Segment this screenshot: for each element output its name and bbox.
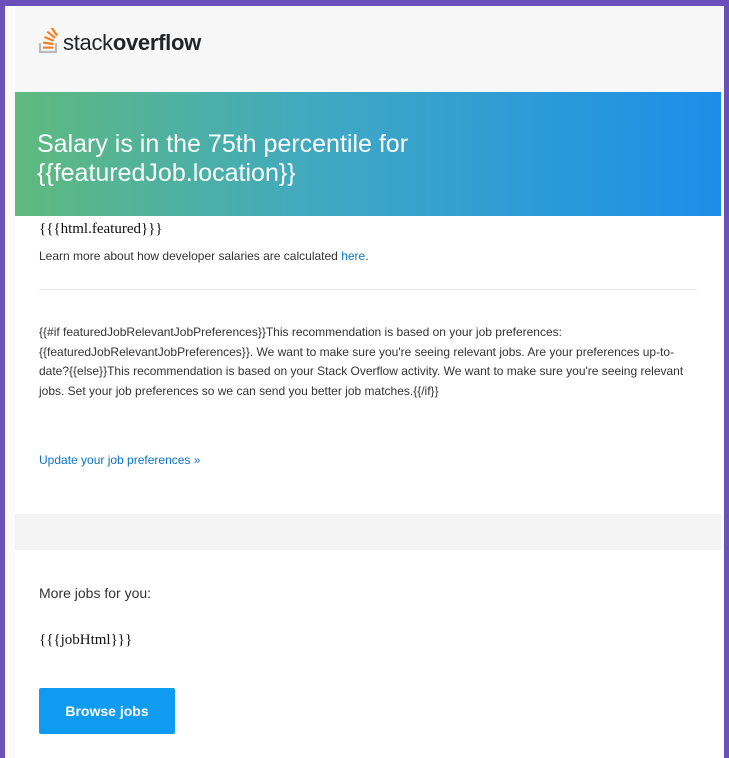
learn-more-suffix: . bbox=[365, 249, 369, 263]
learn-more-text: Learn more about how developer salaries … bbox=[39, 249, 369, 263]
featured-html-placeholder: {{{html.featured}}} bbox=[39, 221, 163, 237]
job-html-placeholder: {{{jobHtml}}} bbox=[39, 632, 133, 648]
learn-more-label: Learn more about how developer salaries … bbox=[39, 249, 342, 263]
section-spacer bbox=[15, 514, 721, 550]
logo-text-light: stack bbox=[63, 30, 113, 55]
learn-more-link[interactable]: here bbox=[341, 249, 365, 263]
browse-jobs-button[interactable]: Browse jobs bbox=[39, 688, 175, 734]
email-frame: stackoverflow Salary is in the 75th perc… bbox=[0, 0, 729, 758]
logo-wordmark: stackoverflow bbox=[63, 32, 201, 54]
hero-title: Salary is in the 75th percentile for {{f… bbox=[37, 130, 697, 188]
update-preferences-link[interactable]: Update your job preferences » bbox=[39, 453, 200, 467]
hero-title-line1: Salary is in the 75th percentile for bbox=[37, 130, 409, 158]
featured-section: {{{html.featured}}} Learn more about how… bbox=[15, 216, 721, 514]
more-jobs-label: More jobs for you: bbox=[39, 585, 152, 601]
preferences-text: {{#if featuredJobRelevantJobPreferences}… bbox=[39, 325, 684, 398]
hero-title-line2: {{featuredJob.location}} bbox=[37, 159, 296, 187]
more-jobs-section: More jobs for you: {{{jobHtml}}} Browse … bbox=[15, 550, 721, 758]
logo-text-bold: overflow bbox=[112, 30, 201, 55]
stackoverflow-logo[interactable]: stackoverflow bbox=[38, 28, 201, 54]
hero-banner: Salary is in the 75th percentile for {{f… bbox=[15, 92, 721, 216]
section-divider bbox=[39, 289, 697, 290]
email-header: stackoverflow bbox=[15, 6, 721, 92]
stackoverflow-icon bbox=[38, 28, 58, 54]
